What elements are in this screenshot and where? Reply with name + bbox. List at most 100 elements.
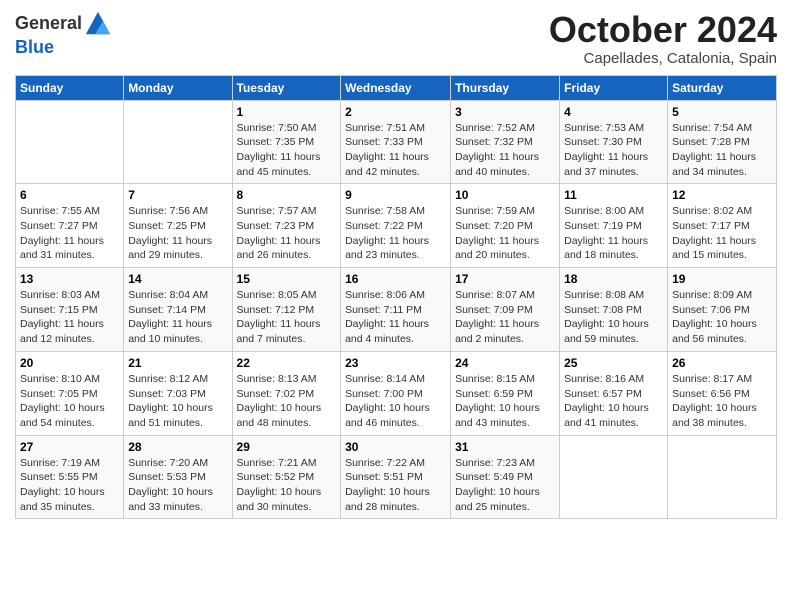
calendar-cell: 17 Sunrise: 8:07 AM Sunset: 7:09 PM Dayli… <box>451 268 560 352</box>
day-number: 31 <box>455 440 555 454</box>
calendar-week-row: 1 Sunrise: 7:50 AM Sunset: 7:35 PM Daylig… <box>16 100 777 184</box>
calendar-week-row: 27 Sunrise: 7:19 AM Sunset: 5:55 PM Dayli… <box>16 435 777 519</box>
col-wednesday: Wednesday <box>341 75 451 100</box>
day-detail: Sunrise: 7:54 AM Sunset: 7:28 PM Dayligh… <box>672 121 772 180</box>
calendar-cell <box>16 100 124 184</box>
day-detail: Sunrise: 7:52 AM Sunset: 7:32 PM Dayligh… <box>455 121 555 180</box>
day-number: 10 <box>455 188 555 202</box>
day-number: 23 <box>345 356 446 370</box>
calendar-cell: 29 Sunrise: 7:21 AM Sunset: 5:52 PM Dayli… <box>232 435 341 519</box>
day-number: 7 <box>128 188 227 202</box>
day-detail: Sunrise: 7:57 AM Sunset: 7:23 PM Dayligh… <box>237 204 337 263</box>
day-detail: Sunrise: 8:07 AM Sunset: 7:09 PM Dayligh… <box>455 288 555 347</box>
calendar-cell: 13 Sunrise: 8:03 AM Sunset: 7:15 PM Dayli… <box>16 268 124 352</box>
day-detail: Sunrise: 7:22 AM Sunset: 5:51 PM Dayligh… <box>345 456 446 515</box>
day-detail: Sunrise: 7:59 AM Sunset: 7:20 PM Dayligh… <box>455 204 555 263</box>
day-number: 28 <box>128 440 227 454</box>
calendar-cell: 27 Sunrise: 7:19 AM Sunset: 5:55 PM Dayli… <box>16 435 124 519</box>
day-detail: Sunrise: 8:16 AM Sunset: 6:57 PM Dayligh… <box>564 372 663 431</box>
day-number: 21 <box>128 356 227 370</box>
day-number: 12 <box>672 188 772 202</box>
col-thursday: Thursday <box>451 75 560 100</box>
calendar-cell: 28 Sunrise: 7:20 AM Sunset: 5:53 PM Dayli… <box>124 435 232 519</box>
calendar-cell: 15 Sunrise: 8:05 AM Sunset: 7:12 PM Dayli… <box>232 268 341 352</box>
day-number: 18 <box>564 272 663 286</box>
day-number: 29 <box>237 440 337 454</box>
day-number: 2 <box>345 105 446 119</box>
day-detail: Sunrise: 7:55 AM Sunset: 7:27 PM Dayligh… <box>20 204 119 263</box>
day-detail: Sunrise: 7:20 AM Sunset: 5:53 PM Dayligh… <box>128 456 227 515</box>
day-detail: Sunrise: 7:21 AM Sunset: 5:52 PM Dayligh… <box>237 456 337 515</box>
calendar-cell: 19 Sunrise: 8:09 AM Sunset: 7:06 PM Dayli… <box>668 268 777 352</box>
day-number: 27 <box>20 440 119 454</box>
calendar-cell: 20 Sunrise: 8:10 AM Sunset: 7:05 PM Dayli… <box>16 351 124 435</box>
calendar-cell: 26Sunrise: 8:17 AM Sunset: 6:56 PM Dayli… <box>668 351 777 435</box>
month-title: October 2024 <box>549 10 777 50</box>
calendar-page: General Blue October 2024 Capellades, Ca… <box>0 0 792 612</box>
day-number: 30 <box>345 440 446 454</box>
day-number: 15 <box>237 272 337 286</box>
day-number: 11 <box>564 188 663 202</box>
calendar-cell: 18 Sunrise: 8:08 AM Sunset: 7:08 PM Dayli… <box>560 268 668 352</box>
day-number: 26 <box>672 356 772 370</box>
day-number: 22 <box>237 356 337 370</box>
calendar-cell: 6Sunrise: 7:55 AM Sunset: 7:27 PM Daylig… <box>16 184 124 268</box>
day-detail: Sunrise: 7:19 AM Sunset: 5:55 PM Dayligh… <box>20 456 119 515</box>
calendar-cell: 8 Sunrise: 7:57 AM Sunset: 7:23 PM Daylig… <box>232 184 341 268</box>
day-detail: Sunrise: 8:15 AM Sunset: 6:59 PM Dayligh… <box>455 372 555 431</box>
day-number: 8 <box>237 188 337 202</box>
day-number: 25 <box>564 356 663 370</box>
calendar-cell: 16 Sunrise: 8:06 AM Sunset: 7:11 PM Dayli… <box>341 268 451 352</box>
calendar-cell: 22 Sunrise: 8:13 AM Sunset: 7:02 PM Dayli… <box>232 351 341 435</box>
day-number: 24 <box>455 356 555 370</box>
day-detail: Sunrise: 8:00 AM Sunset: 7:19 PM Dayligh… <box>564 204 663 263</box>
calendar-cell: 9Sunrise: 7:58 AM Sunset: 7:22 PM Daylig… <box>341 184 451 268</box>
calendar-cell: 30 Sunrise: 7:22 AM Sunset: 5:51 PM Dayli… <box>341 435 451 519</box>
col-tuesday: Tuesday <box>232 75 341 100</box>
calendar-cell: 25 Sunrise: 8:16 AM Sunset: 6:57 PM Dayli… <box>560 351 668 435</box>
day-detail: Sunrise: 8:06 AM Sunset: 7:11 PM Dayligh… <box>345 288 446 347</box>
calendar-cell: 14 Sunrise: 8:04 AM Sunset: 7:14 PM Dayli… <box>124 268 232 352</box>
day-number: 9 <box>345 188 446 202</box>
logo-icon <box>84 10 112 38</box>
calendar-cell: 31 Sunrise: 7:23 AM Sunset: 5:49 PM Dayli… <box>451 435 560 519</box>
calendar-cell: 1 Sunrise: 7:50 AM Sunset: 7:35 PM Daylig… <box>232 100 341 184</box>
day-detail: Sunrise: 8:13 AM Sunset: 7:02 PM Dayligh… <box>237 372 337 431</box>
day-number: 14 <box>128 272 227 286</box>
calendar-cell: 7Sunrise: 7:56 AM Sunset: 7:25 PM Daylig… <box>124 184 232 268</box>
day-number: 20 <box>20 356 119 370</box>
logo-blue-text: Blue <box>15 37 54 57</box>
calendar-cell: 24 Sunrise: 8:15 AM Sunset: 6:59 PM Dayli… <box>451 351 560 435</box>
day-detail: Sunrise: 8:08 AM Sunset: 7:08 PM Dayligh… <box>564 288 663 347</box>
col-friday: Friday <box>560 75 668 100</box>
day-detail: Sunrise: 8:14 AM Sunset: 7:00 PM Dayligh… <box>345 372 446 431</box>
day-detail: Sunrise: 7:53 AM Sunset: 7:30 PM Dayligh… <box>564 121 663 180</box>
header: General Blue October 2024 Capellades, Ca… <box>15 10 777 67</box>
col-monday: Monday <box>124 75 232 100</box>
day-detail: Sunrise: 8:03 AM Sunset: 7:15 PM Dayligh… <box>20 288 119 347</box>
day-detail: Sunrise: 7:51 AM Sunset: 7:33 PM Dayligh… <box>345 121 446 180</box>
location: Capellades, Catalonia, Spain <box>549 50 777 67</box>
calendar-cell: 3Sunrise: 7:52 AM Sunset: 7:32 PM Daylig… <box>451 100 560 184</box>
day-detail: Sunrise: 7:23 AM Sunset: 5:49 PM Dayligh… <box>455 456 555 515</box>
day-number: 19 <box>672 272 772 286</box>
day-detail: Sunrise: 8:05 AM Sunset: 7:12 PM Dayligh… <box>237 288 337 347</box>
logo-general-text: General <box>15 14 82 34</box>
day-detail: Sunrise: 7:50 AM Sunset: 7:35 PM Dayligh… <box>237 121 337 180</box>
calendar-cell: 12Sunrise: 8:02 AM Sunset: 7:17 PM Dayli… <box>668 184 777 268</box>
calendar-week-row: 6Sunrise: 7:55 AM Sunset: 7:27 PM Daylig… <box>16 184 777 268</box>
logo: General Blue <box>15 10 112 58</box>
day-detail: Sunrise: 8:12 AM Sunset: 7:03 PM Dayligh… <box>128 372 227 431</box>
day-number: 13 <box>20 272 119 286</box>
day-number: 17 <box>455 272 555 286</box>
day-number: 1 <box>237 105 337 119</box>
calendar-cell <box>124 100 232 184</box>
calendar-cell: 21 Sunrise: 8:12 AM Sunset: 7:03 PM Dayli… <box>124 351 232 435</box>
calendar-cell <box>668 435 777 519</box>
day-number: 16 <box>345 272 446 286</box>
calendar-cell: 4Sunrise: 7:53 AM Sunset: 7:30 PM Daylig… <box>560 100 668 184</box>
day-detail: Sunrise: 8:10 AM Sunset: 7:05 PM Dayligh… <box>20 372 119 431</box>
day-detail: Sunrise: 8:09 AM Sunset: 7:06 PM Dayligh… <box>672 288 772 347</box>
day-detail: Sunrise: 8:04 AM Sunset: 7:14 PM Dayligh… <box>128 288 227 347</box>
calendar-cell: 5Sunrise: 7:54 AM Sunset: 7:28 PM Daylig… <box>668 100 777 184</box>
